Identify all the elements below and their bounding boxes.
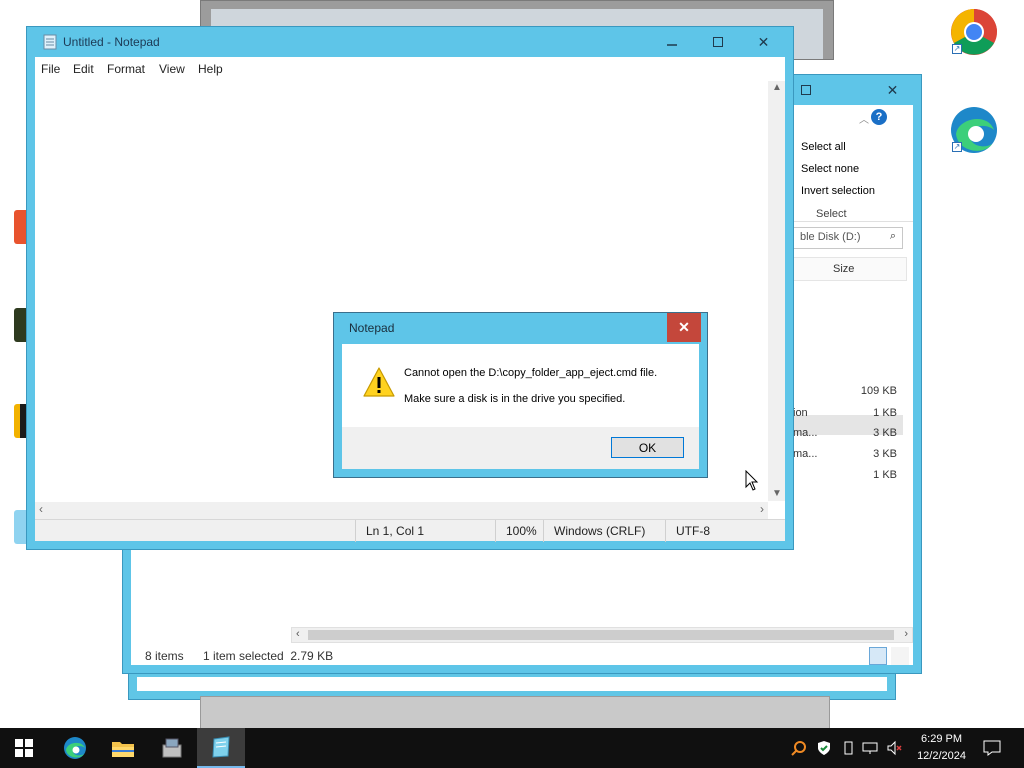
security-shield-icon[interactable] <box>816 740 832 756</box>
details-view-icon[interactable] <box>869 647 887 665</box>
network-icon[interactable] <box>862 740 878 756</box>
large-icons-view-icon[interactable] <box>891 647 909 665</box>
menu-file[interactable]: File <box>41 62 60 76</box>
mouse-cursor-icon <box>745 470 759 491</box>
file-size: 109 KB <box>860 385 897 397</box>
scroll-left-icon[interactable]: ‹ <box>39 502 43 516</box>
menu-help[interactable]: Help <box>198 62 223 76</box>
on-screen-keyboard <box>200 696 830 732</box>
help-icon[interactable]: ? <box>871 109 887 125</box>
folder-icon <box>112 742 134 757</box>
minimize-button[interactable] <box>649 27 694 57</box>
notification-center-icon[interactable] <box>983 740 1001 756</box>
window-title: Untitled - Notepad <box>63 35 160 49</box>
start-button[interactable] <box>0 728 48 768</box>
file-name: ion <box>793 407 808 419</box>
dialog-close-button[interactable]: ✕ <box>667 313 701 342</box>
notepad-app-icon <box>43 34 57 50</box>
taskbar-file-explorer[interactable] <box>99 728 147 768</box>
maximize-icon <box>712 37 723 47</box>
dialog-title: Notepad <box>349 321 395 335</box>
search-input[interactable]: ble Disk (D:) ⌕ <box>793 227 903 249</box>
warning-icon <box>363 367 395 397</box>
close-icon: ✕ <box>886 81 899 98</box>
dialog-footer: OK <box>342 427 699 469</box>
ribbon-divider <box>793 221 913 222</box>
usb-device-icon[interactable] <box>840 740 856 756</box>
error-dialog: Notepad ✕ Cannot open the D:\copy_folder… <box>333 312 708 478</box>
taskbar-edge[interactable] <box>51 728 99 768</box>
server-manager-icon <box>162 738 182 758</box>
horizontal-scrollbar[interactable]: ‹ › <box>35 502 768 519</box>
file-name: ma... <box>793 427 818 439</box>
scroll-down-icon[interactable]: ▼ <box>772 488 782 499</box>
taskbar-server-manager[interactable] <box>148 728 196 768</box>
status-cursor-position: Ln 1, Col 1 <box>355 520 495 542</box>
taskbar-notepad[interactable] <box>197 728 245 768</box>
close-button[interactable]: ✕ <box>870 75 915 105</box>
status-encoding: UTF-8 <box>665 520 787 542</box>
windows-logo-icon <box>15 739 33 757</box>
desktop-icon-edge[interactable]: ↗ <box>948 104 1000 159</box>
horizontal-scrollbar[interactable]: ‹ › <box>291 627 913 643</box>
taskbar: 6:29 PM 12/2/2024 <box>0 728 1024 768</box>
menu-edit[interactable]: Edit <box>73 62 94 76</box>
scroll-right-icon[interactable]: › <box>904 628 908 640</box>
dialog-message-line1: Cannot open the D:\copy_folder_app_eject… <box>404 367 658 379</box>
ribbon-group-label: Select <box>816 208 847 220</box>
menu-format[interactable]: Format <box>107 62 145 76</box>
scrollbar-thumb[interactable] <box>308 630 894 640</box>
taskbar-clock[interactable]: 6:29 PM 12/2/2024 <box>917 731 966 765</box>
clock-time: 6:29 PM <box>921 733 963 745</box>
clock-date: 12/2/2024 <box>917 750 966 762</box>
close-icon: ✕ <box>678 319 690 335</box>
file-size: 3 KB <box>873 427 897 439</box>
select-all-button[interactable]: Select all <box>801 141 846 153</box>
status-item-count: 8 items <box>145 649 184 663</box>
dialog-message-line2: Make sure a disk is in the drive you spe… <box>404 393 626 405</box>
scroll-right-icon[interactable]: › <box>760 502 764 516</box>
column-header-size[interactable]: Size <box>833 263 854 275</box>
vertical-scrollbar[interactable]: ▲ ▼ <box>768 81 785 501</box>
status-selection: 1 item selected 2.79 KB <box>203 649 334 663</box>
minimize-icon <box>666 44 677 46</box>
collapse-ribbon-icon[interactable]: ︿ <box>859 111 869 126</box>
maximize-button[interactable] <box>695 27 740 57</box>
close-icon: ✕ <box>757 33 770 50</box>
maximize-icon <box>800 85 811 95</box>
file-size: 1 KB <box>873 407 897 419</box>
scroll-left-icon[interactable]: ‹ <box>296 628 300 640</box>
file-size: 1 KB <box>873 469 897 481</box>
volume-muted-icon[interactable] <box>886 740 902 756</box>
select-none-button[interactable]: Select none <box>801 163 859 175</box>
notepad-icon <box>212 736 230 758</box>
scroll-up-icon[interactable]: ▲ <box>772 82 782 93</box>
shortcut-arrow-icon: ↗ <box>952 142 962 152</box>
desktop-icon-chrome[interactable]: ↗ <box>948 6 1000 61</box>
menu-view[interactable]: View <box>159 62 185 76</box>
file-name: ma... <box>793 448 818 460</box>
menu-bar: File Edit Format View Help <box>35 57 785 81</box>
status-zoom: 100% <box>495 520 543 542</box>
edge-icon <box>64 737 86 759</box>
status-line-ending: Windows (CRLF) <box>543 520 665 542</box>
shortcut-arrow-icon: ↗ <box>952 44 962 54</box>
file-size: 3 KB <box>873 448 897 460</box>
search-tray-icon[interactable] <box>791 740 807 756</box>
close-button[interactable]: ✕ <box>741 27 786 57</box>
ok-button[interactable]: OK <box>611 437 684 458</box>
search-icon: ⌕ <box>889 230 896 242</box>
invert-selection-button[interactable]: Invert selection <box>801 185 875 197</box>
status-bar: Ln 1, Col 1 100% Windows (CRLF) UTF-8 <box>35 519 787 542</box>
